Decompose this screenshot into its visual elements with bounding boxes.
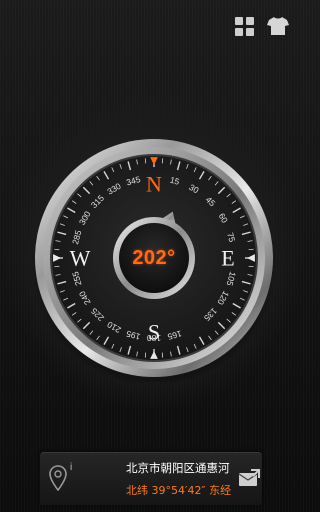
location-info-bar[interactable]: i 北京市朝阳区通惠河 北纬 39°54′42″ 东经: [40, 452, 262, 505]
envelope-share-icon[interactable]: [238, 467, 260, 489]
cardinal-e: E: [221, 246, 234, 271]
map-pin-icon: [49, 465, 67, 491]
skin-button[interactable]: [266, 14, 290, 38]
cardinal-w: W: [70, 246, 91, 271]
cardinal-s: S: [148, 320, 160, 345]
heading-readout: 202°: [132, 246, 176, 269]
cardinal-n: N: [146, 172, 162, 197]
info-label: i: [70, 462, 73, 473]
address-text: 北京市朝阳区通惠河: [126, 461, 230, 475]
top-toolbar: [0, 0, 307, 52]
tshirt-icon: [267, 17, 289, 35]
grid-view-button[interactable]: [232, 14, 256, 38]
coordinates-text: 北纬 39°54′42″ 东经: [126, 484, 232, 497]
grid-icon: [234, 16, 254, 36]
